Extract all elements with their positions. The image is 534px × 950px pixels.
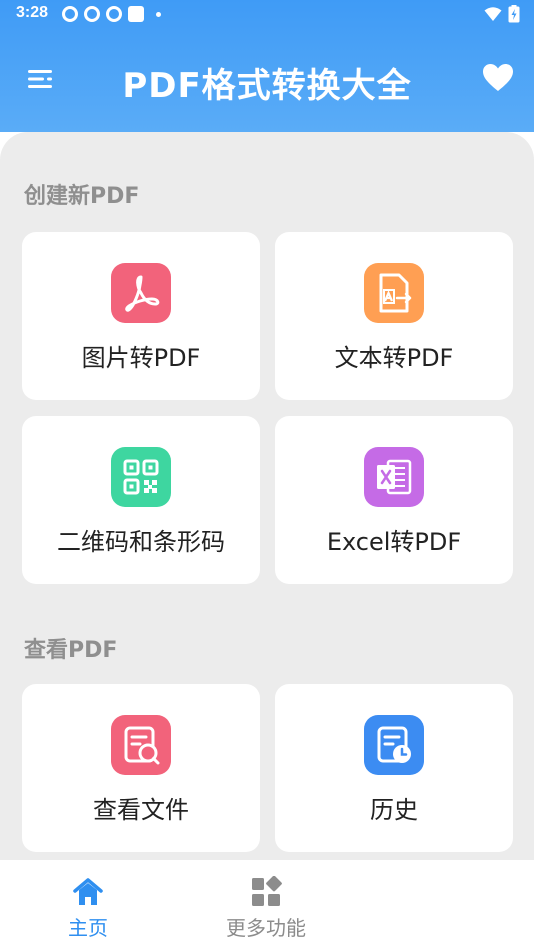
nav-home-label: 主页: [68, 916, 108, 940]
notification-icon: [62, 6, 78, 22]
file-search-icon: [111, 715, 171, 775]
excel-icon: [364, 447, 424, 507]
notification-icon: [128, 6, 144, 22]
bottom-navigation: 主页 更多功能: [0, 860, 534, 950]
image-to-pdf-label: 图片转PDF: [81, 344, 201, 372]
status-time: 3:28: [16, 4, 49, 21]
app-header: 3:28 PDF格式转换大全: [0, 0, 534, 132]
notification-icon: [106, 6, 122, 22]
nav-home[interactable]: 主页: [28, 876, 148, 941]
wifi-icon: [484, 7, 502, 21]
text-to-pdf-card[interactable]: 文本转PDF: [275, 232, 513, 400]
excel-to-pdf-card[interactable]: Excel转PDF: [275, 416, 513, 584]
history-label: 历史: [370, 796, 418, 824]
history-card[interactable]: 历史: [275, 684, 513, 852]
qr-barcode-label: 二维码和条形码: [57, 528, 225, 556]
more-notifications-icon: [156, 11, 161, 17]
system-icons: [484, 5, 520, 23]
notification-icons: [62, 6, 161, 22]
qr-code-icon: [111, 447, 171, 507]
pdf-acrobat-icon: [111, 263, 171, 323]
history-clock-icon: [364, 715, 424, 775]
main-content: 创建新PDF 图片转PDF 文本转PDF 二维码和条形码 Excel转PDF 查…: [0, 132, 534, 860]
section-title-view: 查看PDF: [24, 638, 118, 663]
image-to-pdf-card[interactable]: 图片转PDF: [22, 232, 260, 400]
heart-icon: [483, 64, 513, 91]
nav-more-features-label: 更多功能: [226, 916, 306, 940]
app-title: PDF格式转换大全: [122, 66, 412, 106]
text-to-pdf-label: 文本转PDF: [334, 344, 454, 372]
view-file-label: 查看文件: [93, 796, 189, 824]
qr-barcode-card[interactable]: 二维码和条形码: [22, 416, 260, 584]
nav-more-features[interactable]: 更多功能: [206, 876, 326, 941]
document-to-pdf-icon: [364, 263, 424, 323]
battery-icon: [508, 5, 520, 23]
notification-icon: [84, 6, 100, 22]
status-bar: 3:28: [0, 0, 534, 28]
favorites-button[interactable]: [482, 62, 514, 94]
grid-icon: [252, 876, 282, 906]
excel-to-pdf-label: Excel转PDF: [326, 528, 462, 556]
view-file-card[interactable]: 查看文件: [22, 684, 260, 852]
section-title-create: 创建新PDF: [24, 184, 140, 209]
home-icon: [73, 878, 103, 905]
